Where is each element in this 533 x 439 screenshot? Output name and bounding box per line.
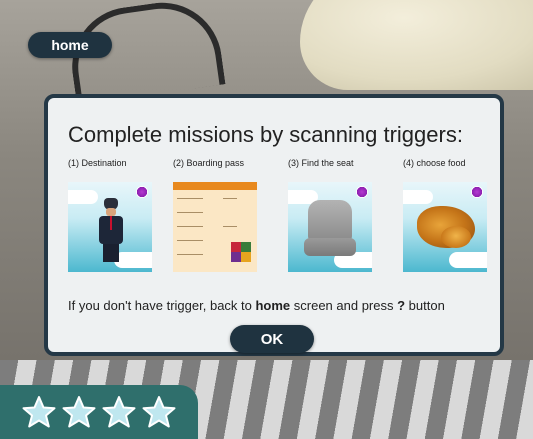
star-outline-icon <box>142 395 176 429</box>
ok-button[interactable]: OK <box>230 325 314 353</box>
boarding-pass-icon <box>173 182 257 272</box>
background-cushion <box>300 0 533 90</box>
mission-label: (3) Find the seat <box>288 158 354 168</box>
mission-label: (2) Boarding pass <box>173 158 245 168</box>
food-icon <box>403 182 487 272</box>
colored-grid-icon <box>231 242 251 262</box>
mission-label: (4) choose food <box>403 158 466 168</box>
instruction-note: If you don't have trigger, back to home … <box>68 298 445 313</box>
mission-choose-food: (4) choose food <box>403 158 511 272</box>
dialog-title: Complete missions by scanning triggers: <box>68 122 463 147</box>
mission-find-seat: (3) Find the seat <box>288 158 396 272</box>
star-outline-icon <box>62 395 96 429</box>
mission-boarding-pass: (2) Boarding pass <box>173 158 281 272</box>
pilot-figure <box>96 198 126 262</box>
logo-badge-icon <box>356 186 368 198</box>
logo-badge-icon <box>471 186 483 198</box>
pilot-icon <box>68 182 152 272</box>
seat-icon <box>288 182 372 272</box>
home-button[interactable]: home <box>28 32 112 58</box>
missions-dialog: Complete missions by scanning triggers: … <box>44 94 504 356</box>
mission-destination: (1) Destination <box>68 158 176 272</box>
star-outline-icon <box>102 395 136 429</box>
star-outline-icon <box>22 395 56 429</box>
mission-label: (1) Destination <box>68 158 127 168</box>
stars-progress-bar <box>0 385 198 439</box>
logo-badge-icon <box>136 186 148 198</box>
